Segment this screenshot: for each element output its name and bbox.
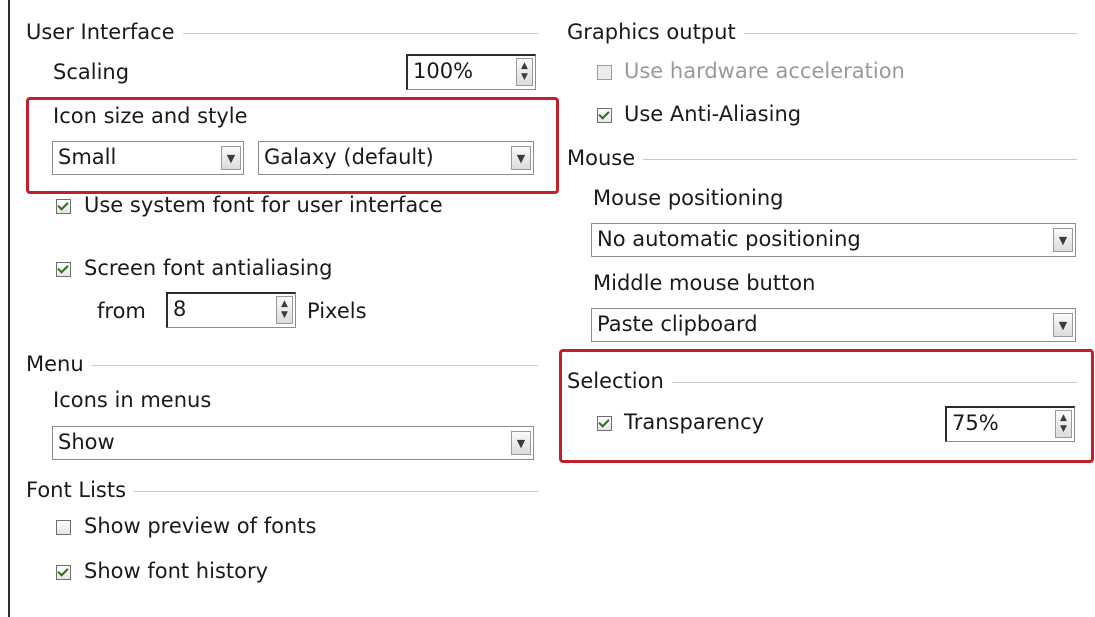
- from-label: from: [97, 299, 146, 323]
- chevron-down-icon[interactable]: ▼: [1053, 228, 1073, 252]
- section-divider: [91, 364, 538, 366]
- system-font-label[interactable]: Use system font for user interface: [84, 193, 443, 217]
- from-pixels-spinner[interactable]: 8 ▲ ▼: [166, 292, 296, 328]
- transparency-spinner[interactable]: 75% ▲ ▼: [945, 406, 1075, 442]
- scaling-label: Scaling: [53, 60, 130, 84]
- section-menu: Menu: [26, 352, 538, 376]
- transparency-value[interactable]: 75%: [952, 411, 999, 435]
- section-divider: [643, 158, 1077, 160]
- spin-arrows-icon[interactable]: ▲ ▼: [276, 296, 293, 324]
- transparency-checkbox[interactable]: [597, 416, 612, 431]
- section-selection: Selection: [567, 369, 1077, 393]
- window-border: [8, 0, 10, 617]
- anti-aliasing-label[interactable]: Use Anti-Aliasing: [624, 102, 801, 126]
- chevron-down-icon[interactable]: ▼: [1053, 313, 1073, 337]
- icon-size-style-label: Icon size and style: [53, 104, 248, 128]
- section-heading-selection: Selection: [567, 369, 664, 393]
- scaling-value[interactable]: 100%: [413, 59, 473, 83]
- middle-mouse-value: Paste clipboard: [597, 312, 758, 336]
- icon-style-value: Galaxy (default): [264, 145, 434, 169]
- section-heading-menu: Menu: [26, 352, 84, 376]
- section-font-lists: Font Lists: [26, 478, 538, 502]
- anti-aliasing-checkbox[interactable]: [597, 108, 612, 123]
- section-divider: [743, 32, 1077, 34]
- section-divider: [671, 381, 1077, 383]
- section-divider: [134, 490, 538, 492]
- antialiasing-checkbox[interactable]: [56, 262, 71, 277]
- icons-in-menus-value: Show: [58, 430, 115, 454]
- chevron-down-icon[interactable]: ▼: [511, 146, 531, 170]
- section-divider: [182, 32, 538, 34]
- icon-size-value: Small: [58, 145, 117, 169]
- icons-in-menus-label: Icons in menus: [53, 388, 212, 412]
- middle-mouse-dropdown[interactable]: Paste clipboard ▼: [591, 308, 1076, 342]
- spin-arrows-icon[interactable]: ▲ ▼: [516, 58, 533, 86]
- chevron-down-icon[interactable]: ▼: [511, 431, 531, 455]
- mouse-positioning-value: No automatic positioning: [597, 227, 861, 251]
- show-history-label[interactable]: Show font history: [84, 559, 268, 583]
- spin-arrows-icon[interactable]: ▲ ▼: [1055, 410, 1072, 438]
- hardware-accel-label[interactable]: Use hardware acceleration: [624, 59, 905, 83]
- mouse-positioning-label: Mouse positioning: [593, 186, 784, 210]
- antialiasing-label[interactable]: Screen font antialiasing: [84, 256, 332, 280]
- show-preview-label[interactable]: Show preview of fonts: [84, 514, 316, 538]
- section-heading-font-lists: Font Lists: [26, 478, 127, 502]
- show-preview-checkbox[interactable]: [56, 520, 71, 535]
- icons-in-menus-dropdown[interactable]: Show ▼: [52, 426, 534, 460]
- hardware-accel-checkbox[interactable]: [597, 65, 612, 80]
- pixels-label: Pixels: [307, 299, 367, 323]
- mouse-positioning-dropdown[interactable]: No automatic positioning ▼: [591, 223, 1076, 257]
- section-graphics-output: Graphics output: [567, 20, 1077, 44]
- section-heading-mouse: Mouse: [567, 146, 636, 170]
- chevron-down-icon[interactable]: ▼: [221, 146, 241, 170]
- from-pixels-value[interactable]: 8: [173, 297, 186, 321]
- section-heading-user-interface: User Interface: [26, 20, 175, 44]
- middle-mouse-label: Middle mouse button: [593, 271, 816, 295]
- system-font-checkbox[interactable]: [56, 199, 71, 214]
- transparency-label[interactable]: Transparency: [624, 410, 764, 434]
- scaling-spinner[interactable]: 100% ▲ ▼: [406, 54, 536, 90]
- section-heading-graphics-output: Graphics output: [567, 20, 736, 44]
- section-mouse: Mouse: [567, 146, 1077, 170]
- icon-style-dropdown[interactable]: Galaxy (default) ▼: [258, 141, 534, 175]
- section-user-interface: User Interface: [26, 20, 538, 44]
- icon-size-dropdown[interactable]: Small ▼: [52, 141, 244, 175]
- show-history-checkbox[interactable]: [56, 565, 71, 580]
